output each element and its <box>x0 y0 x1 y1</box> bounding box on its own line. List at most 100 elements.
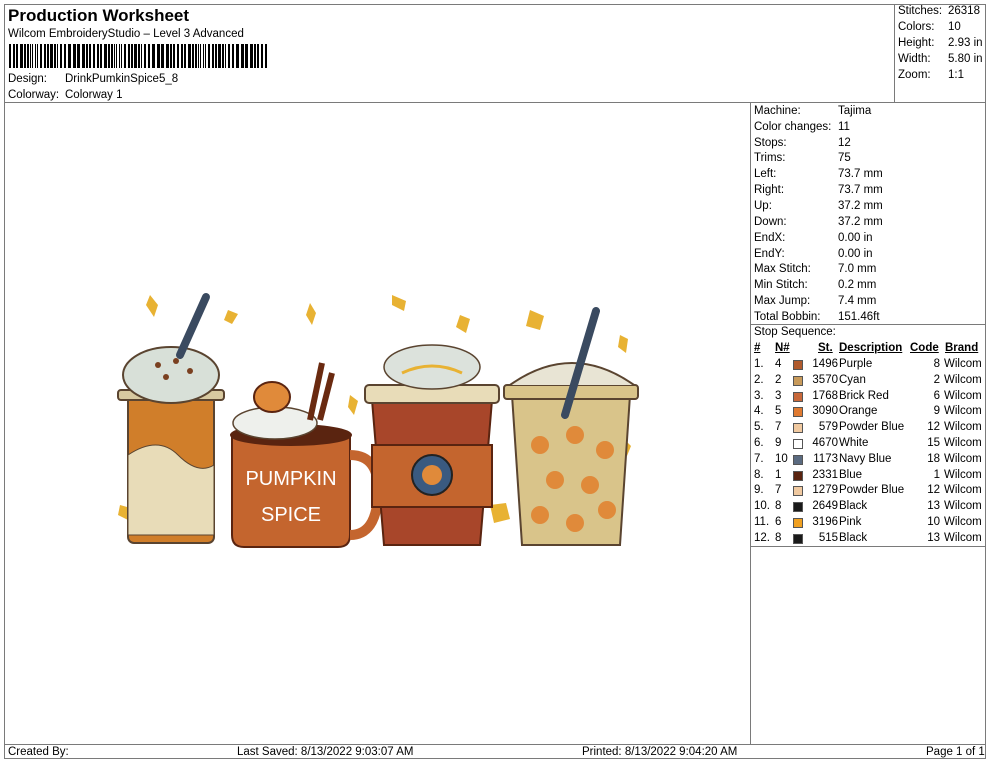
color-description: Powder Blue <box>839 421 905 434</box>
row-number: 6. <box>754 437 764 449</box>
page-number: Page 1 of 1 <box>926 746 985 758</box>
color-code: 10 <box>927 516 940 528</box>
color-swatch <box>793 375 803 386</box>
color-swatch <box>793 391 803 402</box>
row-number: 12. <box>754 531 770 544</box>
iced-pumpkin-cup <box>503 307 639 546</box>
stitch-count: 1768 <box>812 389 838 402</box>
machine-value: 151.46ft <box>838 311 880 323</box>
color-swatch <box>793 470 803 481</box>
color-swatch <box>793 439 803 449</box>
color-code: 8 <box>933 358 940 370</box>
color-description: Orange <box>839 405 878 418</box>
color-swatch <box>793 423 803 434</box>
color-swatch <box>793 360 803 370</box>
table-row: 11. 6 3196 Pink 10 Wilcom <box>750 516 986 532</box>
stat-label: Height: <box>898 37 935 49</box>
color-code: 1 <box>933 468 940 481</box>
stitch-count: 1173 <box>813 452 838 465</box>
stitch-count: 2331 <box>812 468 838 481</box>
table-row: 10. 8 2649 Black 13 Wilcom <box>750 500 986 516</box>
thread-brand: Wilcom <box>944 421 982 434</box>
color-swatch <box>793 486 803 497</box>
printed-date: Printed: 8/13/2022 9:04:20 AM <box>582 746 738 758</box>
needle-number: 9 <box>775 437 782 449</box>
table-row: 5. 7 579 Powder Blue 12 Wilcom <box>750 421 986 437</box>
stat-label: Stitches: <box>898 5 943 17</box>
machine-label: Color changes: <box>754 121 832 133</box>
needle-number: 7 <box>775 484 782 497</box>
machine-value: 12 <box>838 137 851 149</box>
row-number: 7. <box>754 452 764 465</box>
color-code: 6 <box>933 389 940 402</box>
stitch-count: 3090 <box>812 405 838 418</box>
machine-value: 0.00 in <box>838 248 873 260</box>
pumpkin-spice-mug: PUMPKIN SPICE <box>230 362 384 548</box>
stitch-count: 1496 <box>812 358 838 370</box>
thread-brand: Wilcom <box>944 358 982 370</box>
design-value: DrinkPumkinSpice5_8 <box>65 73 179 85</box>
needle-number: 7 <box>775 421 782 434</box>
color-swatch <box>793 533 803 544</box>
row-number: 8. <box>754 468 764 481</box>
col-header-code: Code <box>910 342 939 354</box>
last-saved: Last Saved: 8/13/2022 9:03:07 AM <box>237 746 414 758</box>
needle-number: 6 <box>775 516 782 528</box>
table-row: 8. 1 2331 Blue 1 Wilcom <box>750 469 986 485</box>
stitch-count: 4670 <box>812 437 838 449</box>
stitch-count: 3196 <box>812 516 838 528</box>
color-code: 9 <box>933 405 940 418</box>
stat-label: Zoom: <box>898 69 931 81</box>
needle-number: 10 <box>775 452 788 465</box>
col-header-brand: Brand <box>945 342 979 354</box>
iced-latte-cup <box>117 293 225 544</box>
color-code: 13 <box>927 531 940 544</box>
table-row: 3. 3 1768 Brick Red 6 Wilcom <box>750 390 986 406</box>
color-swatch <box>793 518 803 528</box>
machine-value: 0.2 mm <box>838 279 877 291</box>
thread-brand: Wilcom <box>944 484 982 497</box>
table-row: 7. 10 1173 Navy Blue 18 Wilcom <box>750 453 986 469</box>
needle-number: 8 <box>775 500 782 513</box>
stitch-count: 2649 <box>812 500 838 513</box>
row-number: 10. <box>754 500 770 513</box>
thread-brand: Wilcom <box>944 405 982 418</box>
stat-value: 1:1 <box>948 69 964 81</box>
color-swatch <box>793 407 803 418</box>
machine-label: EndX: <box>754 232 786 244</box>
stop-sequence-title: Stop Sequence: <box>754 326 836 338</box>
machine-value: Tajima <box>838 105 872 117</box>
stat-value: 26318 <box>948 5 980 17</box>
stats-divider <box>894 4 895 103</box>
stat-value: 2.93 in <box>948 37 983 49</box>
needle-number: 8 <box>775 531 782 544</box>
color-code: 15 <box>927 437 940 449</box>
sequence-bottom-divider <box>750 546 986 547</box>
machine-label: Max Stitch: <box>754 263 811 275</box>
color-description: Powder Blue <box>839 484 905 497</box>
design-label: Design: <box>8 73 47 85</box>
color-description: Cyan <box>839 373 866 386</box>
color-swatch <box>793 502 803 513</box>
color-description: Navy Blue <box>839 452 892 465</box>
color-description: Blue <box>839 468 863 481</box>
table-row: 1. 4 1496 Purple 8 Wilcom <box>750 358 986 374</box>
col-header-num: # <box>754 342 761 354</box>
thread-brand: Wilcom <box>944 468 982 481</box>
color-description: Black <box>839 531 868 544</box>
needle-number: 5 <box>775 405 782 418</box>
col-header-needle: N# <box>775 342 790 354</box>
row-number: 11. <box>754 516 770 528</box>
color-description: Purple <box>839 358 873 370</box>
mug-text-line1: PUMPKIN <box>245 468 336 490</box>
thread-brand: Wilcom <box>944 437 982 449</box>
machine-label: Left: <box>754 168 777 180</box>
col-header-stitches: St. <box>818 342 833 354</box>
thread-brand: Wilcom <box>944 373 982 386</box>
created-by: Created By: <box>8 746 69 758</box>
machine-label: Min Stitch: <box>754 279 808 291</box>
sequence-divider <box>750 324 986 325</box>
needle-number: 2 <box>775 373 782 386</box>
color-code: 18 <box>927 452 940 465</box>
row-number: 3. <box>754 389 764 402</box>
